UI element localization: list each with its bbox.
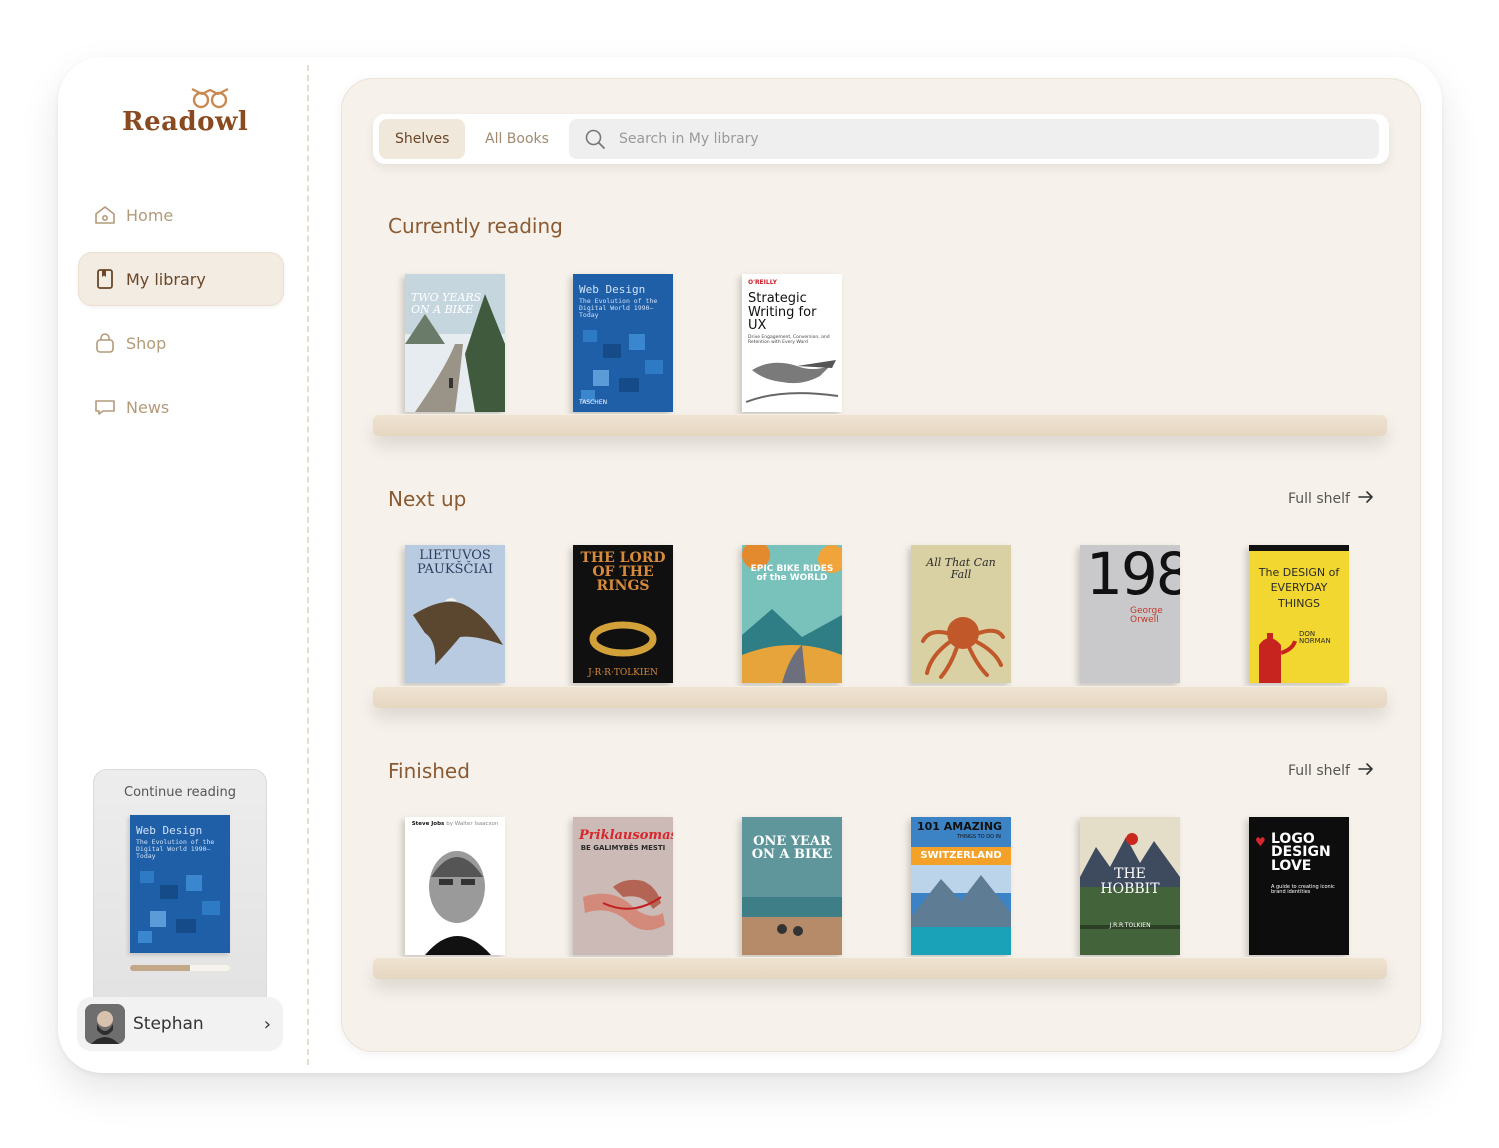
app-window: Readowl Home My library Shop News Contin…: [58, 57, 1442, 1073]
book-author: George Orwell: [1130, 606, 1163, 626]
shelf-plank: [373, 414, 1387, 436]
sidebar-item-label: Home: [126, 205, 174, 225]
arrow-right-icon: [1358, 490, 1374, 508]
book-icon: [92, 266, 118, 292]
book-title: LIETUVOS PAUKŠČIAI: [416, 548, 494, 577]
sidebar-item-label: News: [126, 397, 170, 417]
sidebar-item-news[interactable]: News: [78, 380, 284, 434]
library-main: Shelves All Books Currently reading TWO …: [341, 78, 1421, 1052]
shelf-plank: [373, 686, 1387, 708]
book-title: 101 AMAZING: [917, 820, 1003, 833]
bag-icon: [92, 330, 118, 356]
sidebar-item-home[interactable]: Home: [78, 188, 284, 242]
sidebar-item-shop[interactable]: Shop: [78, 316, 284, 370]
continue-reading-label: Continue reading: [124, 785, 236, 800]
book-subtitle: The Evolution of the Digital World 1990–…: [136, 838, 215, 860]
book-title: Steve Jobs: [411, 821, 445, 827]
book-author: by Walter Isaacson: [446, 821, 499, 827]
sidebar: Readowl Home My library Shop News Contin…: [58, 57, 316, 1073]
sidebar-item-label: Shop: [126, 333, 167, 353]
book-publisher: TASCHEN: [579, 399, 608, 406]
avatar: [85, 1004, 125, 1044]
full-shelf-link[interactable]: Full shelf: [1288, 490, 1374, 508]
home-icon: [92, 202, 118, 228]
book-subtitle: A guide to creating iconic brand identit…: [1271, 884, 1335, 896]
arrow-right-icon: [1358, 762, 1374, 780]
book-author: J.R.R.TOLKIEN: [1109, 922, 1151, 929]
sidebar-divider: [307, 65, 309, 1065]
book-the-hobbit[interactable]: THE HOBBIT J.R.R.TOLKIEN: [1080, 817, 1180, 955]
sidebar-item-my-library[interactable]: My library: [78, 252, 284, 306]
book-author: J·R·R·TOLKIEN: [588, 668, 658, 678]
book-subtitle: THINGS TO DO IN: [957, 834, 1001, 840]
book-publisher: O'REILLY: [748, 279, 777, 286]
book-all-that-can-fall[interactable]: All That Can Fall: [911, 545, 1011, 683]
book-title: Strategic Writing for UX: [748, 291, 817, 334]
tab-shelves[interactable]: Shelves: [379, 119, 466, 159]
book-design-of-everyday-things[interactable]: The DESIGN of EVERYDAY THINGS DON NORMAN: [1249, 545, 1349, 683]
bird-illustration: [745, 360, 839, 403]
shelf-title-finished: Finished: [388, 759, 470, 783]
toolbar: Shelves All Books: [373, 114, 1389, 164]
book-title: EPIC BIKE RIDES of the WORLD: [750, 564, 834, 584]
chevron-right-icon: ›: [263, 1013, 271, 1035]
sidebar-item-label: My library: [126, 269, 206, 289]
book-title-line: Steve Jobs by Walter Isaacson: [411, 821, 499, 828]
book-title: LOGO DESIGN LOVE: [1271, 831, 1331, 874]
logo[interactable]: Readowl: [118, 85, 248, 145]
book-steve-jobs[interactable]: Steve Jobs by Walter Isaacson: [405, 817, 505, 955]
book-logo-design-love[interactable]: ♥ LOGO DESIGN LOVE A guide to creating i…: [1249, 817, 1349, 955]
book-subtitle: Drive Engagement, Conversion, and Retent…: [748, 335, 830, 345]
search-box[interactable]: [569, 119, 1379, 159]
book-title: All That Can Fall: [926, 556, 996, 581]
book-web-design[interactable]: Web Design The Evolution of the Digital …: [573, 274, 673, 412]
book-title: THE HOBBIT: [1100, 866, 1160, 897]
book-subtitle: The Evolution of the Digital World 1990–…: [579, 297, 658, 319]
chat-icon: [92, 394, 118, 420]
book-author: DON NORMAN: [1299, 630, 1331, 646]
book-title: Web Design: [136, 824, 203, 837]
shelf-title-currently-reading: Currently reading: [388, 214, 563, 238]
continue-reading-card[interactable]: Continue reading Web Design The Evolutio…: [93, 769, 267, 1009]
shelf-plank: [373, 957, 1387, 979]
heart-icon: ♥: [1255, 835, 1266, 849]
book-strategic-writing-for-ux[interactable]: O'REILLY Strategic Writing for UX Drive …: [742, 274, 842, 412]
book-two-years-on-a-bike[interactable]: TWO YEARS ON A BIKE: [405, 274, 505, 412]
book-epic-bike-rides[interactable]: EPIC BIKE RIDES of the WORLD: [742, 545, 842, 683]
search-input[interactable]: [617, 130, 1321, 148]
book-1984[interactable]: 1984 George Orwell: [1080, 545, 1180, 683]
book-subtitle: BE GALIMYBĖS MESTI: [580, 844, 666, 852]
shelf-title-next-up: Next up: [388, 487, 467, 511]
search-icon: [583, 127, 607, 151]
book-title: The DESIGN of EVERYDAY THINGS: [1258, 566, 1340, 610]
full-shelf-link[interactable]: Full shelf: [1288, 762, 1374, 780]
full-shelf-label: Full shelf: [1288, 763, 1350, 779]
book-title: Priklausomas: [579, 828, 673, 843]
user-profile-button[interactable]: Stephan ›: [77, 997, 283, 1051]
book-title: THE LORD OF THE RINGS: [580, 550, 666, 594]
continue-reading-progress: [130, 965, 230, 971]
book-one-year-on-a-bike[interactable]: ONE YEAR ON A BIKE: [742, 817, 842, 955]
progress-fill: [130, 965, 190, 971]
book-title: 1984: [1086, 545, 1180, 608]
book-title: TWO YEARS ON A BIKE: [411, 291, 482, 316]
user-name: Stephan: [133, 1014, 204, 1034]
book-lietuvos-pauksciai[interactable]: LIETUVOS PAUKŠČIAI: [405, 545, 505, 683]
book-title: ONE YEAR ON A BIKE: [751, 834, 833, 862]
book-priklausomas[interactable]: Priklausomas BE GALIMYBĖS MESTI: [573, 817, 673, 955]
book-title: Web Design: [579, 283, 646, 296]
full-shelf-label: Full shelf: [1288, 491, 1350, 507]
tab-all-books[interactable]: All Books: [469, 119, 565, 159]
book-cover-art: [405, 817, 505, 955]
book-101-amazing-switzerland[interactable]: 101 AMAZING THINGS TO DO IN SWITZERLAND: [911, 817, 1011, 955]
book-place: SWITZERLAND: [920, 850, 1002, 861]
book-lord-of-the-rings[interactable]: THE LORD OF THE RINGS J·R·R·TOLKIEN: [573, 545, 673, 683]
app-name: Readowl: [122, 107, 249, 137]
continue-book-cover[interactable]: Web Design The Evolution of the Digital …: [130, 815, 230, 953]
